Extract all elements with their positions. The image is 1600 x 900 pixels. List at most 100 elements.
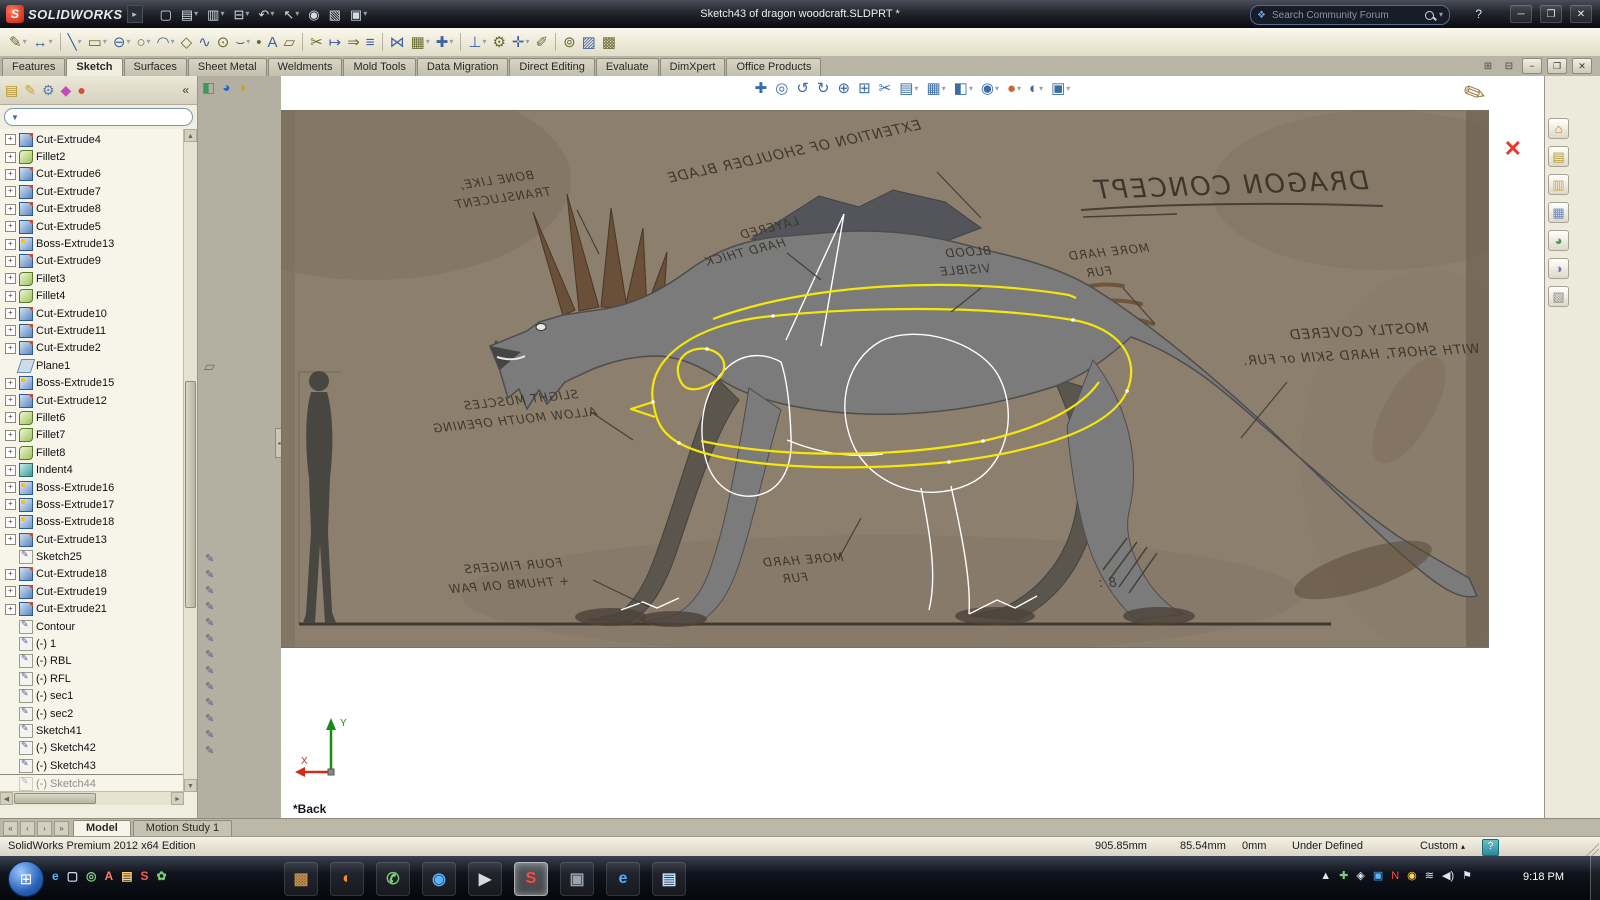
scroll-up-button[interactable]: ▲ <box>184 129 197 142</box>
plane-icon[interactable]: ▱▾ <box>281 31 299 53</box>
expand-icon[interactable]: + <box>5 342 16 354</box>
repair-sketch-icon[interactable]: ⚙▾ <box>489 31 508 53</box>
config-arrow-icon[interactable]: ▴ <box>1461 842 1465 851</box>
featuremanager-tab-icon[interactable]: ▤ <box>5 83 18 97</box>
dropdown-arrow-icon[interactable]: ▾ <box>1039 84 1043 93</box>
selection-filter-icon[interactable]: ◧ <box>202 80 215 94</box>
tree-item[interactable]: + Boss-Extrude13 <box>0 235 184 252</box>
dropdown-arrow-icon[interactable]: ▾ <box>246 38 250 46</box>
tab-features[interactable]: Features <box>2 58 66 76</box>
tree-item[interactable]: + Contour <box>0 618 184 635</box>
tree-item[interactable]: + Fillet2 <box>0 148 184 165</box>
expand-icon[interactable]: + <box>5 168 16 180</box>
expand-icon[interactable]: + <box>5 568 16 580</box>
dimxpertmanager-tab-icon[interactable]: ◆ <box>61 83 72 97</box>
spline-icon[interactable]: ∿▾ <box>195 31 214 53</box>
expand-icon[interactable]: + <box>5 429 16 441</box>
shaded-contours-icon[interactable]: ▩▾ <box>599 31 619 53</box>
doc-minimize-button[interactable]: − <box>1522 58 1542 74</box>
brand-menu-arrow[interactable]: ▸ <box>126 5 143 23</box>
tab-model[interactable]: Model <box>73 820 131 836</box>
dropdown-arrow-icon[interactable]: ▾ <box>1017 84 1021 93</box>
tree-item[interactable]: + (-) Sketch44 <box>0 774 184 792</box>
expand-icon[interactable]: + <box>5 464 16 476</box>
expand-icon[interactable]: + <box>5 603 16 615</box>
tree-item[interactable]: + Fillet7 <box>0 427 184 444</box>
appearances-icon[interactable]: ◕ <box>1548 230 1569 251</box>
move-entities-icon[interactable]: ✚ ▾ <box>433 31 457 53</box>
quick-launch-folder-icon[interactable]: ▤ <box>121 870 132 882</box>
file-explorer-icon[interactable]: ▥ <box>1548 174 1569 195</box>
configurationmanager-tab-icon[interactable]: ⚙ <box>42 83 55 97</box>
tree-item[interactable]: + Sketch25 <box>0 548 184 565</box>
tab-dimxpert[interactable]: DimXpert <box>659 58 726 76</box>
dropdown-arrow-icon[interactable]: ▾ <box>426 38 430 46</box>
confirm-corner-cancel-button[interactable]: ✕ <box>1504 136 1522 162</box>
tree-item[interactable]: + Boss-Extrude16 <box>0 479 184 496</box>
straight-slot-icon[interactable]: ⊖ ▾ <box>110 31 134 53</box>
collapse-panel-button[interactable]: « <box>179 83 192 97</box>
dropdown-arrow-icon[interactable]: ▾ <box>220 10 224 18</box>
expand-icon[interactable]: + <box>5 308 16 320</box>
tray-flag-icon[interactable]: ⚑ <box>1462 871 1472 882</box>
dropdown-arrow-icon[interactable]: ▾ <box>126 38 130 46</box>
circle-icon[interactable]: ○ ▾ <box>133 31 153 53</box>
polygon-icon[interactable]: ◇▾ <box>178 31 196 53</box>
scroll-down-button[interactable]: ▼ <box>184 779 197 792</box>
offset-entities-icon[interactable]: ≡▾ <box>363 31 378 53</box>
trim-entities-icon[interactable]: ✂▾ <box>307 31 326 53</box>
quick-launch-leaf-icon[interactable]: ✿ <box>157 870 167 882</box>
undo-icon[interactable]: ↶ ▾ <box>255 6 277 23</box>
search-input[interactable] <box>1269 8 1421 22</box>
pan-icon[interactable]: ✚▾ <box>752 80 771 97</box>
expand-icon[interactable]: + <box>5 447 16 459</box>
tree-item[interactable]: + Cut-Extrude2 <box>0 340 184 357</box>
tree-item[interactable]: + Cut-Extrude9 <box>0 253 184 270</box>
tree-item[interactable]: + Cut-Extrude21 <box>0 601 184 618</box>
tree-item[interactable]: + (-) sec1 <box>0 688 184 705</box>
displaymanager-tab-icon[interactable]: ● <box>77 83 85 97</box>
tree-item[interactable]: + Boss-Extrude15 <box>0 374 184 391</box>
tree-item[interactable]: + (-) Sketch42 <box>0 740 184 757</box>
help-button[interactable]: ? <box>1475 7 1482 21</box>
edit-appearance-icon[interactable]: ● ▾ <box>1004 80 1024 97</box>
taskbar-clock[interactable]: 9:18 PM <box>1523 871 1564 883</box>
sketch-fillet-icon[interactable]: ⌣ ▾ <box>232 31 253 53</box>
quick-launch-media-icon[interactable]: ◎ <box>86 870 96 882</box>
expand-icon[interactable]: + <box>5 377 16 389</box>
dropdown-arrow-icon[interactable]: ▾ <box>194 10 198 18</box>
tree-item[interactable]: + Fillet6 <box>0 409 184 426</box>
dropdown-arrow-icon[interactable]: ▾ <box>171 38 175 46</box>
apply-scene-icon[interactable]: ◐ ▾ <box>1026 80 1046 97</box>
expand-icon[interactable]: + <box>5 221 16 233</box>
tab-sketch[interactable]: Sketch <box>66 58 123 76</box>
tree-item[interactable]: + (-) Sketch43 <box>0 757 184 774</box>
tray-icon-4[interactable]: N <box>1391 871 1399 882</box>
tree-item[interactable]: + (-) RFL <box>0 670 184 687</box>
tree-item[interactable]: + Plane1 <box>0 357 184 374</box>
record-macro-icon[interactable]: ◉▾ <box>305 6 322 23</box>
task-pane-home-icon[interactable]: ⌂ <box>1548 118 1569 139</box>
tree-item[interactable]: + Fillet4 <box>0 288 184 305</box>
tree-horizontal-scrollbar[interactable]: ◀ ► <box>0 791 184 805</box>
linear-sketch-pattern-icon[interactable]: ▦ ▾ <box>408 31 433 53</box>
close-button[interactable]: ✕ <box>1570 5 1592 23</box>
rapid-sketch-icon[interactable]: ✐▾ <box>533 31 552 53</box>
doc-restore-button[interactable]: ❐ <box>1547 58 1567 74</box>
doc-tab-nav-button[interactable]: « <box>3 820 18 836</box>
hide-show-icon[interactable]: ◉ ▾ <box>978 80 1002 97</box>
point-icon[interactable]: •▾ <box>253 31 264 53</box>
open-document-icon[interactable]: ▤ ▾ <box>178 6 201 23</box>
dropdown-arrow-icon[interactable]: ▾ <box>942 84 946 93</box>
tile-pane-icon[interactable]: ⊟ <box>1501 59 1517 73</box>
expand-icon[interactable]: + <box>5 412 16 424</box>
zoom-to-fit-icon[interactable]: ◎▾ <box>772 80 791 97</box>
dropdown-arrow-icon[interactable]: ▾ <box>482 38 486 46</box>
scroll-left-button[interactable]: ◀ <box>0 792 13 805</box>
quick-launch-ie-icon[interactable]: e <box>52 870 59 882</box>
dropdown-arrow-icon[interactable]: ▾ <box>363 10 367 18</box>
expand-icon[interactable]: + <box>5 203 16 215</box>
tray-volume-icon[interactable]: ◀) <box>1442 871 1454 882</box>
quick-launch-writer-icon[interactable]: A <box>105 870 114 882</box>
toolbar-separator[interactable]: ▾ <box>381 33 383 51</box>
